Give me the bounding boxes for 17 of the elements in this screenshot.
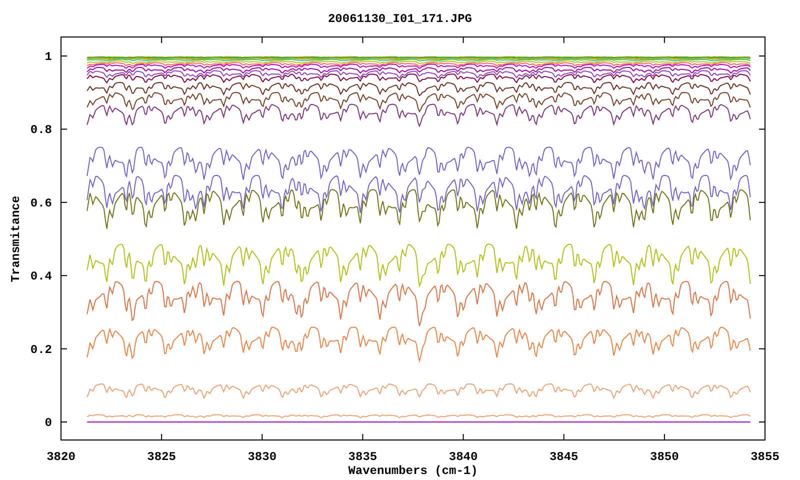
y-tick-label: 0.2	[30, 342, 52, 357]
x-tick-label: 3855	[750, 450, 780, 464]
y-tick-label: 0.6	[30, 196, 52, 210]
x-tick-label: 3825	[147, 450, 176, 464]
x-tick-label: 3850	[650, 450, 679, 464]
x-tick-label: 3845	[549, 450, 578, 464]
x-tick-label: 3830	[248, 450, 277, 464]
y-tick-label: 0.8	[30, 123, 52, 138]
y-axis-label: Transmitance	[9, 196, 23, 282]
x-tick-label: 3840	[448, 450, 478, 464]
chart-title: 20061130_I01_171.JPG	[328, 12, 472, 26]
x-tick-label: 3820	[46, 450, 76, 464]
x-axis-label: Wavenumbers (cm-1)	[348, 464, 478, 478]
y-tick-label: 0	[44, 416, 52, 430]
y-tick-label: 1	[44, 50, 52, 64]
x-tick-label: 3835	[348, 450, 378, 464]
y-tick-label: 0.4	[30, 270, 52, 284]
